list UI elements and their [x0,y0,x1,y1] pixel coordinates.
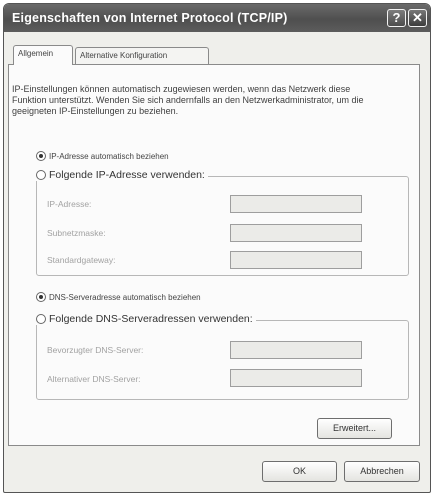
tab-general[interactable]: Allgemein [13,45,73,65]
dns-manual-option[interactable]: Folgende DNS-Serveradressen verwenden: [34,313,256,325]
default-gateway-field[interactable] [230,251,362,269]
ip-manual-label: Folgende IP-Adresse verwenden: [49,169,205,181]
ok-button[interactable]: OK [262,461,337,482]
default-gateway-label: Standardgateway: [47,255,116,265]
ip-address-label: IP-Adresse: [47,199,92,209]
preferred-dns-label: Bevorzugter DNS-Server: [47,345,144,355]
ip-auto-label: IP-Adresse automatisch beziehen [49,151,169,161]
title-bar[interactable]: Eigenschaften von Internet Protocol (TCP… [4,4,430,32]
help-button[interactable]: ? [387,9,406,27]
close-button[interactable]: ✕ [408,9,427,27]
dns-manual-label: Folgende DNS-Serveradressen verwenden: [49,313,253,325]
window-title: Eigenschaften von Internet Protocol (TCP… [12,11,288,25]
dns-auto-option[interactable]: DNS-Serveradresse automatisch beziehen [36,292,201,302]
subnet-mask-label: Subnetzmaske: [47,228,106,238]
subnet-mask-field[interactable] [230,224,362,242]
advanced-button[interactable]: Erweitert... [317,418,392,439]
preferred-dns-field[interactable] [230,341,362,359]
ip-auto-option[interactable]: IP-Adresse automatisch beziehen [36,151,169,161]
alternative-dns-field[interactable] [230,369,362,387]
dns-auto-label: DNS-Serveradresse automatisch beziehen [49,292,201,302]
cancel-button[interactable]: Abbrechen [344,461,420,482]
ip-address-field[interactable] [230,195,362,213]
dns-manual-group [36,320,409,400]
intro-text: IP-Einstellungen können automatisch zuge… [12,84,364,116]
ip-manual-option[interactable]: Folgende IP-Adresse verwenden: [34,169,208,181]
ip-manual-radio[interactable] [36,170,46,180]
ip-auto-radio[interactable] [36,151,46,161]
dns-manual-radio[interactable] [36,314,46,324]
tab-alternative-configuration[interactable]: Alternative Konfiguration [75,47,209,64]
dns-auto-radio[interactable] [36,292,46,302]
alternative-dns-label: Alternativer DNS-Server: [47,374,141,384]
